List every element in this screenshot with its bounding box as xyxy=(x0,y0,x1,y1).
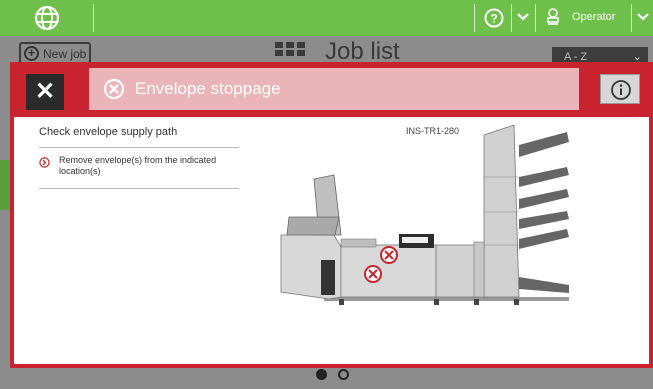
new-job-label: New job xyxy=(43,47,87,61)
grid-view-icon xyxy=(275,42,305,56)
page-dot-active[interactable] xyxy=(316,369,327,380)
plus-icon: + xyxy=(24,46,39,61)
svg-text:?: ? xyxy=(490,12,497,26)
instruction-step: Remove envelope(s) from the indicated lo… xyxy=(59,155,217,176)
instruction-heading: Check envelope supply path xyxy=(39,126,178,138)
user-icon[interactable] xyxy=(545,7,561,29)
divider xyxy=(39,188,239,189)
divider xyxy=(474,4,475,32)
dialog-title: Envelope stoppage xyxy=(135,79,281,98)
divider xyxy=(39,147,239,148)
error-marker-icon xyxy=(364,265,382,283)
new-job-button: + New job xyxy=(19,42,91,64)
error-dialog: ✕ Envelope stoppage Check envelope suppl… xyxy=(10,62,653,368)
alert-header: Envelope stoppage xyxy=(89,68,579,110)
error-circle-icon xyxy=(103,78,125,100)
info-icon xyxy=(611,80,631,100)
divider xyxy=(511,4,512,32)
top-bar: ? Operator xyxy=(0,0,653,36)
help-circle-icon[interactable]: ? xyxy=(484,8,504,28)
page-dot[interactable] xyxy=(338,369,349,380)
divider xyxy=(93,4,94,32)
globe-icon[interactable] xyxy=(34,5,60,31)
divider xyxy=(631,4,632,32)
chevron-down-icon[interactable] xyxy=(636,12,650,22)
dialog-content: Check envelope supply path Remove envelo… xyxy=(14,117,649,364)
operator-label[interactable]: Operator xyxy=(572,11,615,23)
error-marker-icon xyxy=(380,246,398,264)
inserter-machine-illustration xyxy=(280,124,569,305)
chevron-down-icon[interactable] xyxy=(516,12,530,22)
chevron-right-circle-icon xyxy=(39,157,50,168)
divider xyxy=(535,4,536,32)
info-button[interactable] xyxy=(600,74,640,104)
close-button[interactable]: ✕ xyxy=(26,74,64,110)
